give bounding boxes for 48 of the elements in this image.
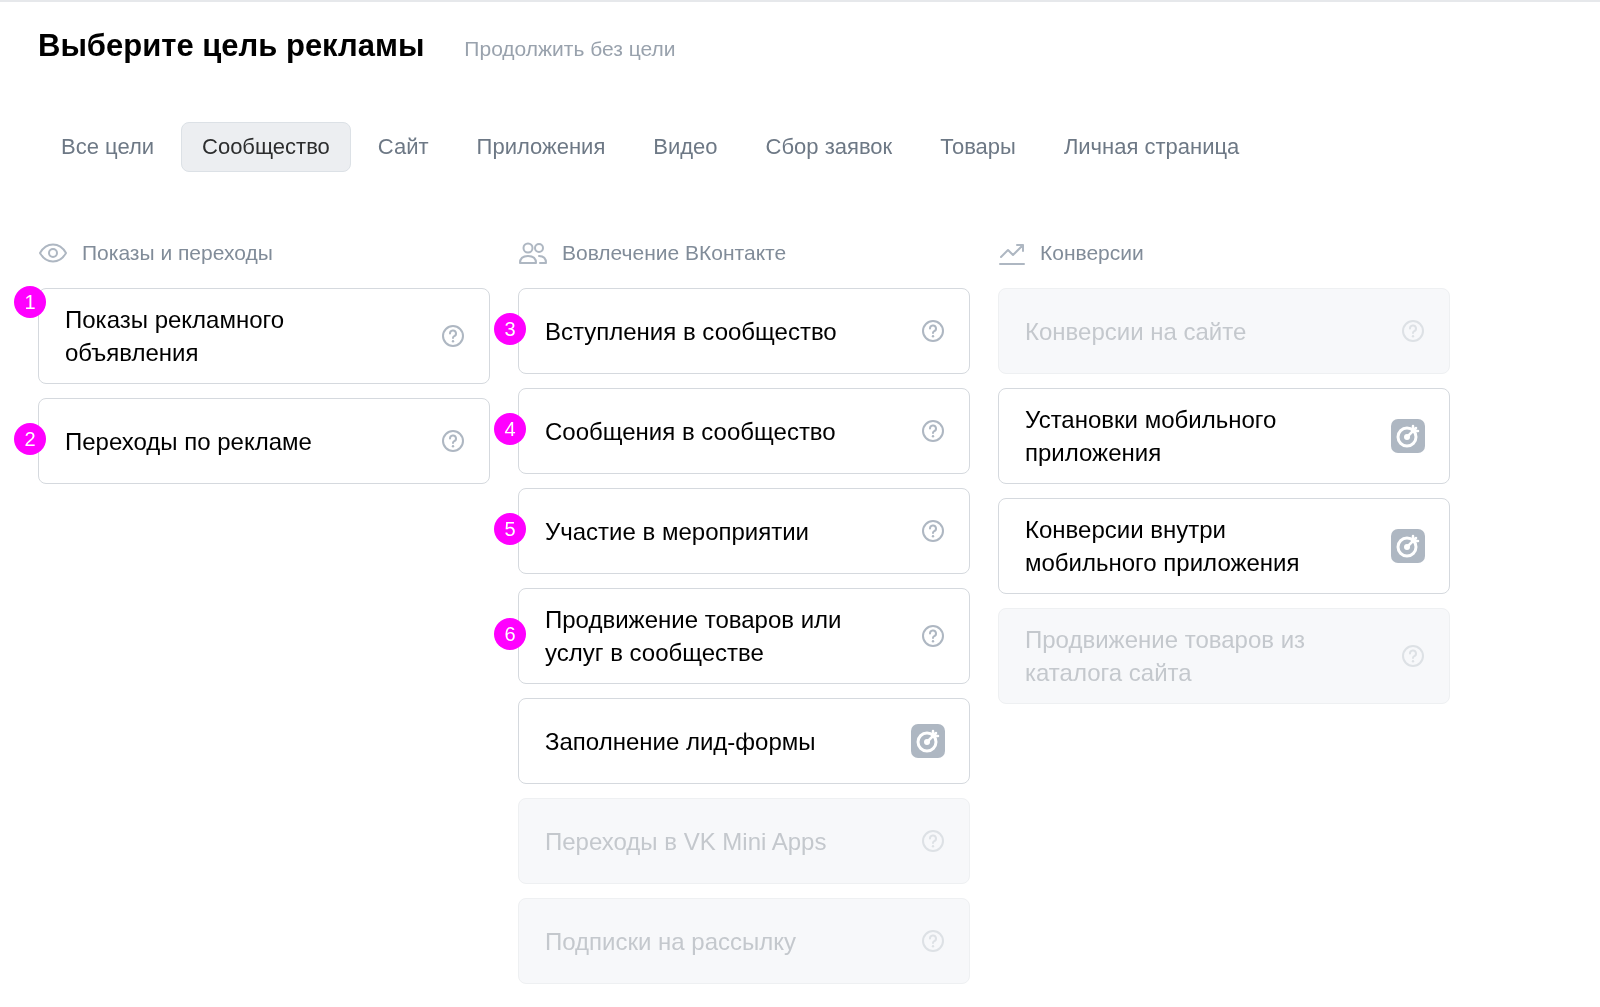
help-icon[interactable] — [921, 419, 945, 443]
goal-label: Вступления в сообщество — [545, 316, 837, 347]
help-icon[interactable] — [921, 319, 945, 343]
section-title: Вовлечение ВКонтакте — [562, 241, 787, 265]
skip-goal-link[interactable]: Продолжить без цели — [464, 37, 676, 61]
goal-label: Участие в мероприятии — [545, 516, 810, 547]
goal-card[interactable]: Переходы по рекламе — [38, 398, 490, 484]
section-title: Конверсии — [1040, 241, 1144, 265]
goal-tab[interactable]: Товары — [919, 122, 1037, 172]
goal-card[interactable]: Конверсии внутри мобильного приложения — [998, 498, 1450, 594]
goal-label: Заполнение лид-формы — [545, 726, 816, 757]
number-marker: 2 — [14, 423, 46, 455]
goal-label: Показы рекламного объявления — [65, 305, 286, 368]
people-icon — [518, 241, 548, 265]
goal-tab[interactable]: Личная страница — [1042, 122, 1261, 172]
goal-card[interactable]: Участие в мероприятии — [518, 488, 970, 574]
goal-label: Переходы по рекламе — [65, 426, 312, 457]
goal-card[interactable]: Показы рекламного объявления — [38, 288, 490, 384]
page-title: Выберите цель рекламы — [38, 28, 425, 64]
help-icon[interactable] — [441, 429, 465, 453]
number-marker: 3 — [494, 313, 526, 345]
goal-card[interactable]: Установки мобильного приложения — [998, 388, 1450, 484]
number-marker: 5 — [494, 513, 526, 545]
help-icon[interactable] — [921, 624, 945, 648]
goal-tab[interactable]: Приложения — [455, 122, 627, 172]
goal-card[interactable]: Продвижение товаров или услуг в сообществе — [518, 588, 970, 684]
goal-label: Установки мобильного приложения — [1025, 405, 1278, 468]
section-title: Показы и переходы — [82, 241, 273, 265]
help-icon[interactable] — [921, 519, 945, 543]
goal-tab[interactable]: Видео — [632, 122, 739, 172]
target-icon — [1391, 529, 1425, 563]
number-marker: 4 — [494, 413, 526, 445]
goal-tab[interactable]: Сбор заявок — [744, 122, 914, 172]
target-icon — [911, 724, 945, 758]
number-marker: 1 — [14, 286, 46, 318]
goal-label: Сообщения в сообщество — [545, 416, 836, 447]
eye-icon — [38, 243, 68, 263]
goal-label: Конверсии внутри мобильного приложения — [1025, 515, 1301, 578]
goal-tab[interactable]: Сообщество — [181, 122, 351, 172]
goal-tab[interactable]: Сайт — [356, 122, 450, 172]
goal-label: Продвижение товаров или услуг в сообществе — [545, 605, 843, 668]
target-icon — [1391, 419, 1425, 453]
help-icon[interactable] — [441, 324, 465, 348]
goal-card[interactable]: Сообщения в сообщество — [518, 388, 970, 474]
goal-card[interactable]: Вступления в сообщество — [518, 288, 970, 374]
goal-tab[interactable]: Все цели — [40, 122, 175, 172]
number-marker: 6 — [494, 618, 526, 650]
goal-card[interactable]: Заполнение лид-формы — [518, 698, 970, 784]
